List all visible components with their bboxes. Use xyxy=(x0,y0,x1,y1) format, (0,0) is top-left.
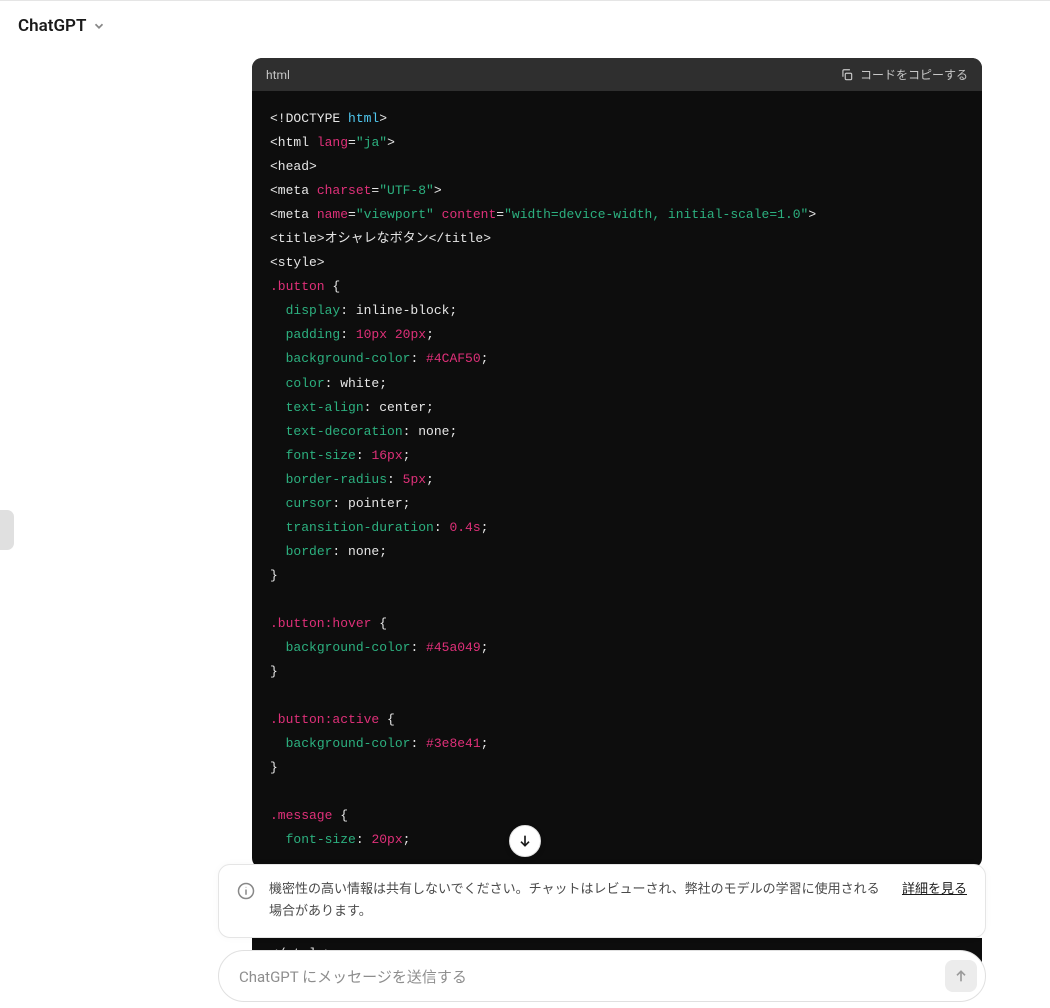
code-content[interactable]: <!DOCTYPE html><html lang="ja"><head><me… xyxy=(252,91,982,868)
model-selector-label: ChatGPT xyxy=(18,16,86,36)
code-block-header: html コードをコピーする xyxy=(252,58,982,91)
warning-banner: 機密性の高い情報は共有しないでください。チャットはレビューされ、弊社のモデルの学… xyxy=(218,864,986,938)
top-divider xyxy=(0,0,1050,1)
info-icon xyxy=(237,879,257,900)
scroll-down-button[interactable] xyxy=(509,825,541,857)
warning-link[interactable]: 詳細を見る xyxy=(902,879,967,901)
composer-placeholder: ChatGPT にメッセージを送信する xyxy=(239,966,467,987)
copy-code-label: コードをコピーする xyxy=(860,66,968,83)
send-button[interactable] xyxy=(945,960,977,992)
code-language-label: html xyxy=(266,68,290,82)
side-handle[interactable] xyxy=(0,510,14,550)
model-selector[interactable]: ChatGPT xyxy=(0,0,1050,46)
chevron-down-icon xyxy=(92,19,106,36)
warning-text: 機密性の高い情報は共有しないでください。チャットはレビューされ、弊社のモデルの学… xyxy=(269,879,890,923)
copy-code-button[interactable]: コードをコピーする xyxy=(840,66,968,83)
copy-icon xyxy=(840,68,854,82)
composer[interactable]: ChatGPT にメッセージを送信する xyxy=(218,950,986,1002)
code-block: html コードをコピーする <!DOCTYPE html><html lang… xyxy=(252,58,982,868)
